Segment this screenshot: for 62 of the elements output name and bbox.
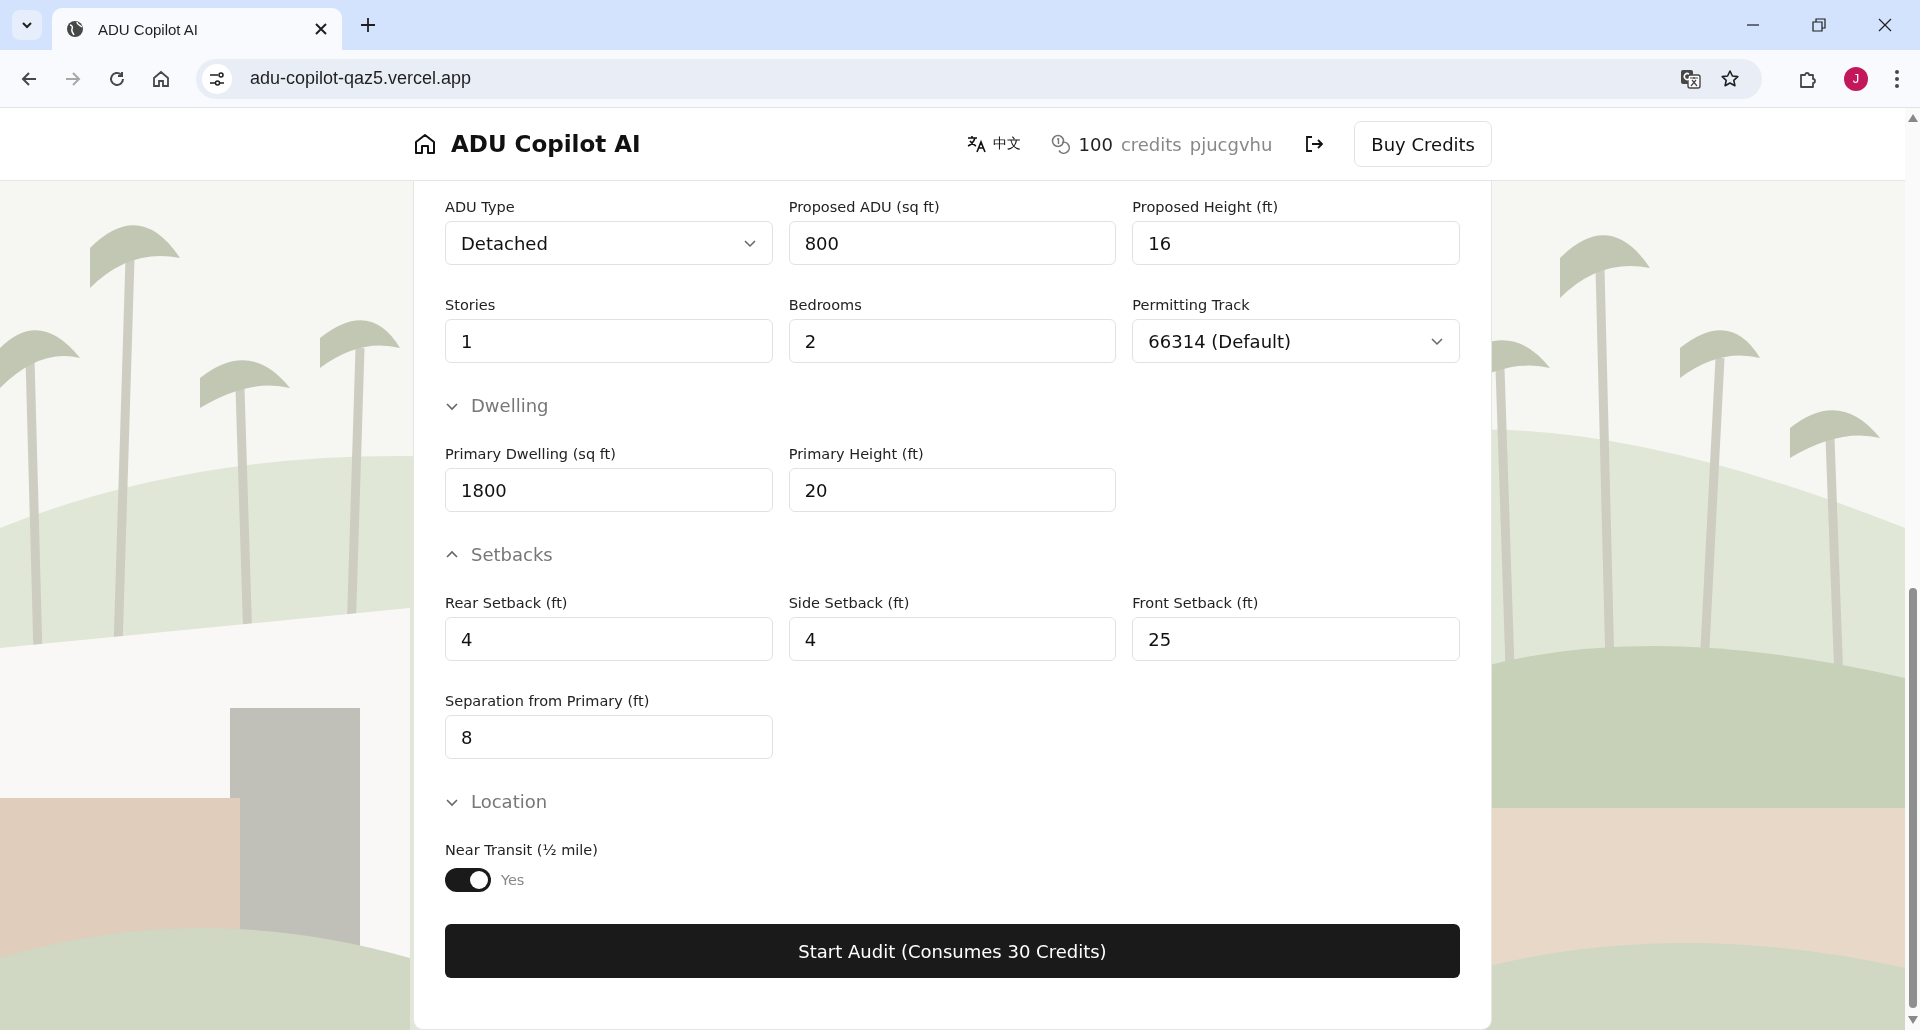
field-label: Side Setback (ft): [788, 595, 911, 611]
field-label: Proposed ADU (sq ft): [788, 199, 941, 215]
input-field[interactable]: 20: [788, 468, 1117, 512]
start-audit-button[interactable]: Start Audit (Consumes 30 Credits): [445, 924, 1460, 978]
field-label: Proposed Height (ft): [1132, 199, 1280, 215]
dropdown[interactable]: Detached: [445, 221, 773, 265]
restore-icon[interactable]: [1812, 18, 1826, 32]
back-arrow-icon[interactable]: [20, 69, 38, 88]
section-toggle[interactable]: Setbacks: [445, 544, 553, 565]
field-label: ADU Type: [445, 199, 516, 215]
globe-icon: [66, 20, 84, 38]
profile-avatar[interactable]: J: [1844, 66, 1868, 91]
translate-icon: [966, 135, 987, 153]
app-title: ADU Copilot AI: [451, 131, 641, 157]
home-icon[interactable]: [152, 69, 170, 88]
tab-search-button[interactable]: [12, 10, 42, 40]
section-toggle[interactable]: Location: [445, 791, 548, 812]
input-field[interactable]: 8: [445, 715, 773, 759]
translate-icon[interactable]: [1680, 67, 1702, 90]
scroll-down-icon[interactable]: [1907, 1016, 1918, 1024]
dropdown[interactable]: 66314 (Default): [1132, 319, 1460, 363]
input-field[interactable]: 2: [788, 319, 1117, 363]
field-label: Rear Setback (ft): [445, 595, 569, 611]
coins-icon: [1050, 134, 1071, 154]
input-field[interactable]: 25: [1132, 617, 1460, 661]
site-info-icon[interactable]: [202, 63, 232, 94]
username: pjucgvhu: [1189, 133, 1273, 155]
field-label: Bedrooms: [788, 297, 863, 313]
scrollbar-thumb[interactable]: [1908, 588, 1917, 1008]
field-label: Permitting Track: [1132, 297, 1251, 313]
address-bar[interactable]: adu-copilot-qaz5.vercel.app: [196, 58, 1762, 99]
field-label: Separation from Primary (ft): [445, 693, 651, 709]
input-field[interactable]: 1800: [445, 468, 773, 512]
reload-icon[interactable]: [108, 69, 126, 88]
field-label: Primary Height (ft): [788, 446, 925, 462]
star-icon[interactable]: [1720, 68, 1740, 89]
tab-title: ADU Copilot AI: [98, 20, 200, 38]
toggle-switch[interactable]: [445, 868, 491, 892]
home-icon[interactable]: [413, 132, 437, 156]
url-text: adu-copilot-qaz5.vercel.app: [250, 68, 472, 89]
section-toggle[interactable]: Dwelling: [445, 395, 549, 416]
input-field[interactable]: 16: [1132, 221, 1460, 265]
credits-label: credits: [1120, 133, 1182, 155]
close-icon[interactable]: [1878, 18, 1892, 32]
logout-icon[interactable]: [1304, 134, 1325, 154]
input-field[interactable]: 1: [445, 319, 773, 363]
scroll-up-icon[interactable]: [1907, 114, 1918, 122]
language-link[interactable]: 中文: [960, 134, 1027, 154]
input-field[interactable]: 4: [788, 617, 1117, 661]
plus-icon[interactable]: [360, 17, 376, 33]
field-label: Stories: [445, 297, 497, 313]
field-label: Primary Dwelling (sq ft): [445, 446, 617, 462]
close-icon[interactable]: [314, 22, 328, 36]
toggle-label: Yes: [501, 872, 525, 888]
credits-count: 100: [1078, 133, 1113, 155]
field-label: Front Setback (ft): [1132, 595, 1260, 611]
input-field[interactable]: 4: [445, 617, 773, 661]
field-label: Near Transit (½ mile): [445, 842, 599, 858]
browser-tab[interactable]: ADU Copilot AI: [52, 8, 342, 50]
more-options-icon[interactable]: [1894, 68, 1900, 89]
input-field[interactable]: 800: [788, 221, 1117, 265]
buy-credits-button[interactable]: Buy Credits: [1354, 121, 1492, 167]
